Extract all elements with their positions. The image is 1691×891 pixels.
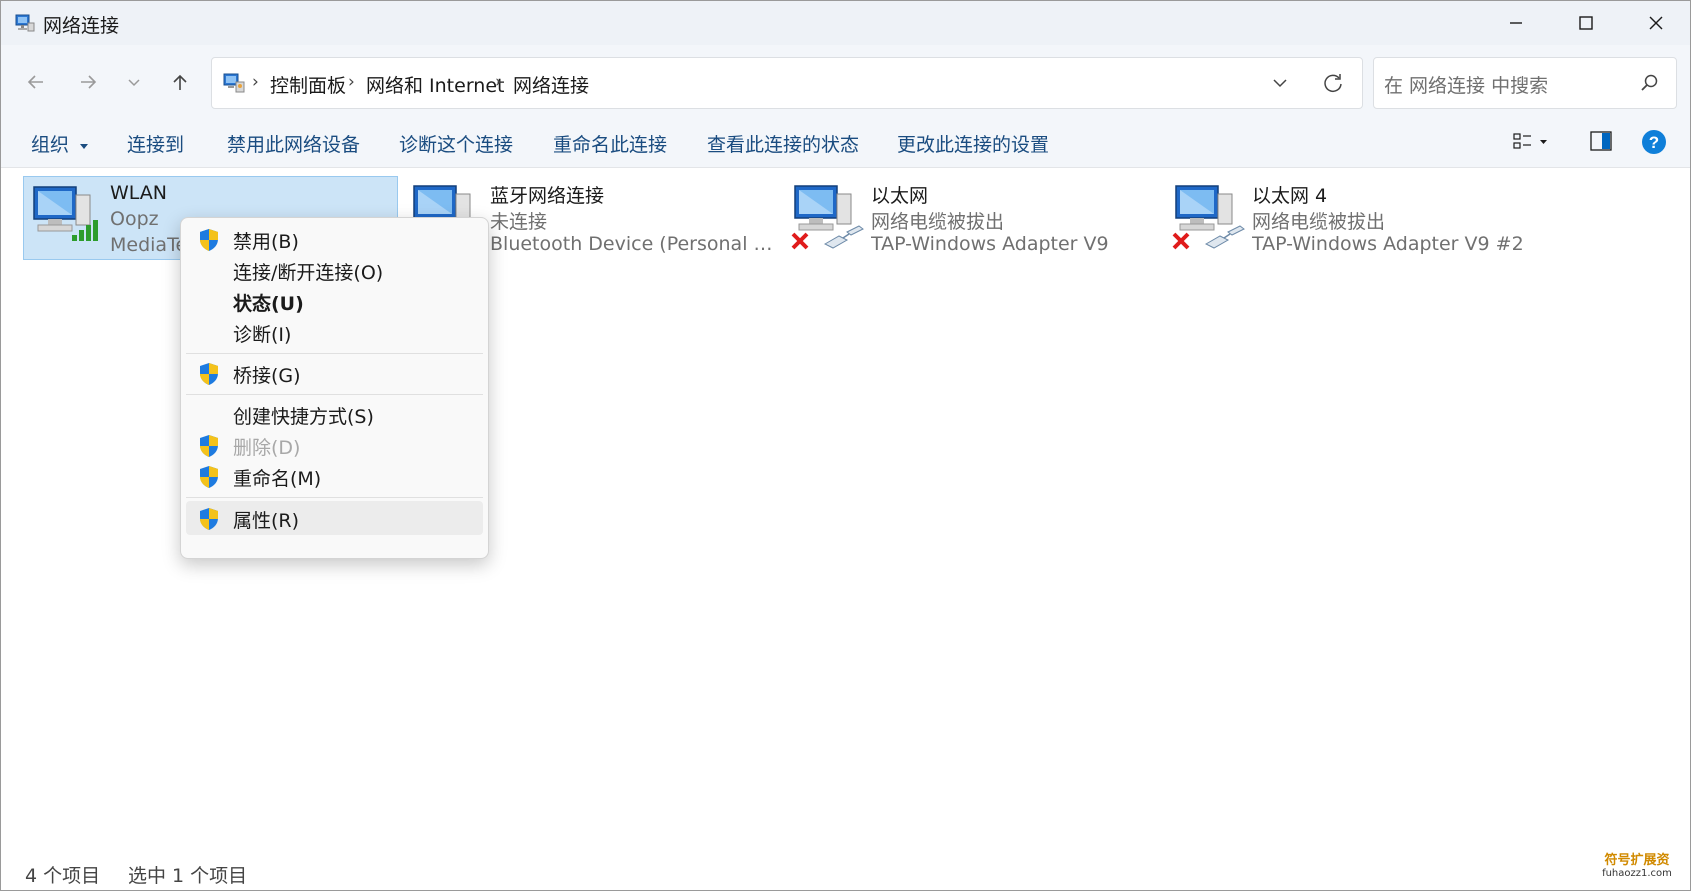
menu-item-label: 创建快捷方式(S) xyxy=(233,406,374,428)
connect-to-button[interactable]: 连接到 xyxy=(127,130,184,157)
watermark-line2: fuhaozz1.com xyxy=(1602,868,1672,879)
menu-item-label: 诊断(I) xyxy=(233,324,292,346)
connection-device: TAP-Windows Adapter V9 #2 xyxy=(1252,233,1524,255)
rename-button[interactable]: 重命名此连接 xyxy=(553,130,667,157)
menu-item-create-shortcut[interactable]: 创建快捷方式(S) xyxy=(186,397,483,431)
view-options-icon[interactable] xyxy=(1513,132,1549,152)
up-button[interactable] xyxy=(165,67,195,97)
connection-item-ethernet[interactable]: 以太网 网络电缆被拔出 TAP-Windows Adapter V9 xyxy=(785,176,1160,260)
disable-device-button[interactable]: 禁用此网络设备 xyxy=(227,130,360,157)
refresh-icon[interactable] xyxy=(1322,72,1344,94)
connection-status: 网络电缆被拔出 xyxy=(871,211,1005,233)
breadcrumb-separator: › xyxy=(348,72,355,92)
help-icon[interactable]: ? xyxy=(1641,129,1667,155)
diagnose-button[interactable]: 诊断这个连接 xyxy=(399,130,513,157)
watermark-logo: 符号扩展资 fuhaozz1.com xyxy=(1591,853,1683,885)
connection-name: 以太网 4 xyxy=(1252,185,1328,207)
address-bar[interactable]: › 控制面板 › 网络和 Internet › 网络连接 xyxy=(211,57,1363,109)
menu-item-label: 桥接(G) xyxy=(233,365,301,387)
uac-shield-icon xyxy=(200,229,218,251)
title-bar: 网络连接 xyxy=(1,1,1690,45)
control-panel-icon xyxy=(223,73,245,93)
arrow-right-icon xyxy=(81,75,97,89)
uac-shield-icon xyxy=(200,508,218,530)
close-icon xyxy=(1649,16,1663,30)
change-settings-button[interactable]: 更改此连接的设置 xyxy=(897,130,1049,157)
status-bar: 4 个项目 选中 1 个项目 xyxy=(1,849,1690,890)
connection-status: Oopz xyxy=(110,208,159,230)
breadcrumb-network-connections[interactable]: 网络连接 xyxy=(513,71,589,98)
menu-item-label: 连接/断开连接(O) xyxy=(233,262,384,284)
recent-locations-button[interactable] xyxy=(119,67,149,97)
search-icon[interactable] xyxy=(1640,73,1660,93)
connection-status: 未连接 xyxy=(490,211,548,233)
menu-item-delete: 删除(D) xyxy=(186,428,483,462)
chevron-down-icon xyxy=(128,79,140,87)
menu-item-diagnose[interactable]: 诊断(I) xyxy=(186,315,483,349)
arrow-up-icon xyxy=(173,74,187,90)
menu-item-label: 禁用(B) xyxy=(233,231,299,253)
connection-device: Bluetooth Device (Personal Are... xyxy=(490,233,775,255)
menu-item-properties[interactable]: 属性(R) xyxy=(186,501,483,535)
menu-item-bridge[interactable]: 桥接(G) xyxy=(186,356,483,390)
preview-pane-icon[interactable] xyxy=(1590,131,1612,151)
menu-item-label: 属性(R) xyxy=(233,510,300,532)
menu-item-disable[interactable]: 禁用(B) xyxy=(186,222,483,256)
menu-item-label: 状态(U) xyxy=(233,293,304,315)
watermark-line1: 符号扩展资 xyxy=(1604,853,1670,868)
connection-name: 蓝牙网络连接 xyxy=(490,185,605,207)
close-button[interactable] xyxy=(1621,1,1690,45)
breadcrumb-separator: › xyxy=(252,72,259,92)
maximize-button[interactable] xyxy=(1551,1,1621,45)
command-bar: 组织 连接到 禁用此网络设备 诊断这个连接 重命名此连接 查看此连接的状态 更改… xyxy=(1,117,1690,168)
connection-name: WLAN xyxy=(110,182,168,204)
context-menu: 禁用(B) 连接/断开连接(O) 状态(U) 诊断(I) 桥接(G) 创建快捷方… xyxy=(180,217,489,559)
search-box[interactable]: 在 网络连接 中搜索 xyxy=(1373,57,1677,109)
breadcrumb-separator: › xyxy=(495,72,502,92)
caret-down-icon xyxy=(80,144,89,149)
window-title: 网络连接 xyxy=(43,15,120,37)
navigation-bar: › 控制面板 › 网络和 Internet › 网络连接 在 网络连接 中搜索 xyxy=(1,45,1690,117)
explorer-window: 网络连接 › 控制面板 › 网络和 Internet › 网络连接 在 网络连接… xyxy=(0,0,1691,891)
uac-shield-icon xyxy=(200,363,218,385)
organize-button[interactable]: 组织 xyxy=(31,130,89,157)
menu-item-label: 删除(D) xyxy=(233,437,301,459)
error-x-icon xyxy=(791,232,809,250)
connection-status: 网络电缆被拔出 xyxy=(1252,211,1386,233)
menu-item-status[interactable]: 状态(U) xyxy=(186,284,483,318)
forward-button[interactable] xyxy=(73,67,103,97)
menu-item-label: 重命名(M) xyxy=(233,468,322,490)
item-count: 4 个项目 xyxy=(25,865,101,887)
menu-separator xyxy=(186,497,483,498)
menu-item-rename[interactable]: 重命名(M) xyxy=(186,459,483,493)
menu-item-connect-disconnect[interactable]: 连接/断开连接(O) xyxy=(186,253,483,287)
connection-device: TAP-Windows Adapter V9 xyxy=(871,233,1109,255)
svg-text:?: ? xyxy=(1649,133,1659,152)
arrow-left-icon xyxy=(27,75,43,89)
connection-name: 以太网 xyxy=(871,185,929,207)
selected-count: 选中 1 个项目 xyxy=(128,865,248,887)
wifi-adapter-icon xyxy=(33,186,98,241)
connection-item-ethernet-4[interactable]: 以太网 4 网络电缆被拔出 TAP-Windows Adapter V9 #2 xyxy=(1166,176,1541,260)
organize-label: 组织 xyxy=(31,134,70,156)
error-x-icon xyxy=(1172,232,1190,250)
search-placeholder: 在 网络连接 中搜索 xyxy=(1384,75,1549,97)
breadcrumb-control-panel[interactable]: 控制面板 xyxy=(270,71,346,98)
minimize-button[interactable] xyxy=(1481,1,1551,45)
breadcrumb-network-internet[interactable]: 网络和 Internet xyxy=(366,71,504,98)
back-button[interactable] xyxy=(21,67,51,97)
maximize-icon xyxy=(1579,16,1593,30)
menu-separator xyxy=(186,353,483,354)
uac-shield-icon xyxy=(200,466,218,488)
uac-shield-icon xyxy=(200,435,218,457)
minimize-icon xyxy=(1510,22,1522,24)
network-connections-icon xyxy=(15,14,35,32)
address-dropdown-icon[interactable] xyxy=(1270,73,1290,93)
menu-separator xyxy=(186,394,483,395)
view-status-button[interactable]: 查看此连接的状态 xyxy=(707,130,859,157)
